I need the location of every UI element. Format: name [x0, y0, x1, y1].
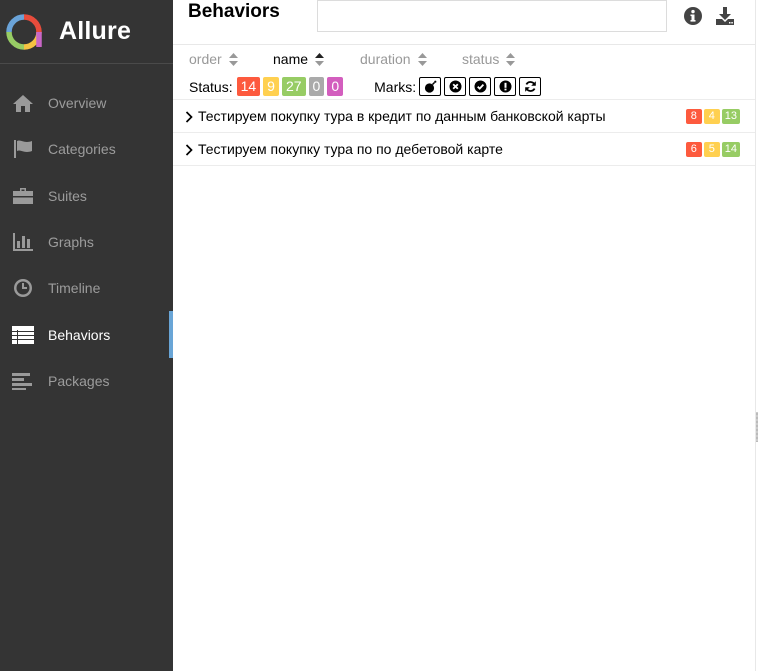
sidebar-item-categories[interactable]: Categories	[0, 126, 173, 172]
sidebar-item-suites[interactable]: Suites	[0, 173, 173, 219]
row-status-counts: 6 5 14	[684, 141, 740, 157]
sidebar-item-label: Suites	[48, 187, 87, 204]
row-title: Тестируем покупку тура по по дебетовой к…	[198, 141, 503, 157]
sidebar-nav: Overview Categories Suites Graphs Timeli…	[0, 80, 173, 404]
mark-retries-toggle[interactable]	[519, 77, 542, 96]
sidebar: Allure Overview Categories Suites Graphs	[0, 0, 173, 671]
status-filter-passed[interactable]: 27	[281, 77, 306, 96]
sort-label: name	[273, 51, 309, 67]
count-passed: 14	[721, 141, 740, 157]
mark-new-passed-toggle[interactable]	[469, 77, 492, 96]
marks-filter-label: Marks:	[374, 78, 417, 95]
sidebar-item-label: Packages	[48, 372, 110, 389]
info-circle-icon[interactable]	[683, 6, 703, 26]
status-filter-failed[interactable]: 14	[236, 77, 261, 96]
bomb-icon	[424, 80, 437, 93]
times-circle-icon	[449, 80, 462, 93]
search-input[interactable]	[317, 0, 667, 32]
side-pane-edge	[755, 0, 759, 671]
mark-flaky-toggle[interactable]	[419, 77, 442, 96]
count-passed: 13	[721, 108, 740, 124]
behaviors-pane: Behaviors order name duration status Sta…	[173, 0, 755, 671]
sidebar-item-label: Timeline	[48, 280, 101, 297]
clock-icon	[11, 278, 35, 298]
filter-bar: Status: 14 9 27 0 0 Marks:	[189, 76, 544, 97]
mark-new-broken-toggle[interactable]	[494, 77, 517, 96]
mark-new-failed-toggle[interactable]	[444, 77, 467, 96]
sort-status[interactable]: status	[462, 51, 516, 67]
sort-name[interactable]: name	[273, 51, 360, 67]
sidebar-item-label: Overview	[48, 95, 107, 112]
sort-order[interactable]: order	[189, 51, 273, 67]
bar-chart-icon	[11, 232, 35, 252]
status-filter-skipped[interactable]: 0	[308, 77, 325, 96]
align-left-icon	[11, 371, 35, 391]
chevron-right-icon[interactable]	[185, 110, 193, 123]
briefcase-icon	[11, 186, 35, 206]
row-title: Тестируем покупку тура в кредит по данны…	[198, 108, 606, 124]
sidebar-item-timeline[interactable]: Timeline	[0, 265, 173, 311]
sort-asc-icon	[315, 52, 325, 66]
home-icon	[11, 93, 35, 113]
count-broken: 5	[703, 141, 720, 157]
sidebar-item-label: Categories	[48, 141, 116, 158]
sidebar-item-graphs[interactable]: Graphs	[0, 219, 173, 265]
exclamation-circle-icon	[499, 80, 512, 93]
refresh-icon	[524, 81, 536, 92]
sidebar-item-label: Graphs	[48, 234, 94, 251]
check-circle-icon	[474, 80, 487, 93]
count-failed: 6	[685, 141, 702, 157]
sidebar-item-label: Behaviors	[48, 326, 111, 343]
sort-label: status	[462, 51, 500, 67]
sort-label: duration	[360, 51, 411, 67]
sidebar-item-packages[interactable]: Packages	[0, 358, 173, 404]
page-title: Behaviors	[188, 1, 280, 22]
sort-bar: order name duration status	[189, 51, 516, 67]
sort-duration[interactable]: duration	[360, 51, 462, 67]
sort-icon	[506, 52, 516, 66]
sidebar-item-overview[interactable]: Overview	[0, 80, 173, 126]
tree-row[interactable]: Тестируем покупку тура в кредит по данны…	[173, 100, 755, 133]
allure-logo-icon	[6, 13, 42, 50]
download-icon[interactable]	[715, 6, 735, 26]
status-filter-label: Status:	[189, 78, 233, 95]
pane-resize-handle[interactable]	[756, 412, 758, 442]
count-broken: 4	[703, 108, 720, 124]
chevron-right-icon[interactable]	[185, 143, 193, 156]
status-filter-broken[interactable]: 9	[263, 77, 279, 96]
status-filter-unknown[interactable]: 0	[327, 77, 344, 96]
sidebar-item-behaviors[interactable]: Behaviors	[0, 311, 173, 359]
flag-icon	[11, 139, 35, 159]
list-icon	[11, 325, 35, 345]
sort-label: order	[189, 51, 222, 67]
sort-icon	[228, 52, 238, 66]
sort-icon	[417, 52, 427, 66]
header-divider	[173, 44, 755, 45]
brand[interactable]: Allure	[0, 0, 173, 64]
count-failed: 8	[685, 108, 702, 124]
tree-row[interactable]: Тестируем покупку тура по по дебетовой к…	[173, 133, 755, 166]
app-name: Allure	[59, 17, 132, 45]
row-status-counts: 8 4 13	[684, 108, 740, 124]
